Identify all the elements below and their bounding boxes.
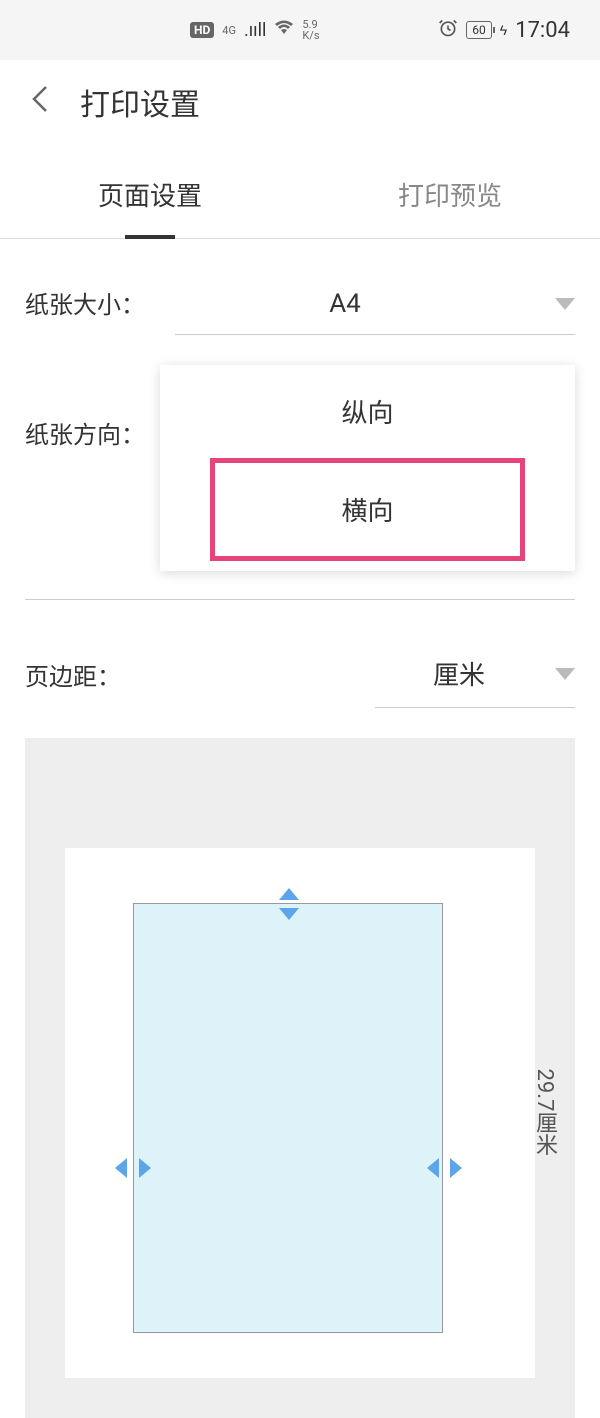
paper-size-select[interactable]: A4	[175, 269, 575, 335]
paper-size-row: 纸张大小： A4	[0, 239, 600, 335]
arrow-up-icon[interactable]	[279, 888, 299, 900]
status-left: HD 4G .ııll 5.9K/s	[190, 19, 320, 41]
arrow-down-icon[interactable]	[279, 908, 299, 920]
signal-icon: .ııll	[244, 20, 266, 41]
charging-icon: ϟ	[500, 22, 507, 39]
wifi-icon	[274, 20, 294, 41]
tab-page-setup[interactable]: 页面设置	[0, 164, 300, 238]
orientation-dropdown: 纵向 横向	[160, 365, 575, 571]
tab-print-preview[interactable]: 打印预览	[300, 164, 600, 238]
status-time: 17:04	[515, 18, 570, 43]
hd-badge: HD	[190, 22, 214, 38]
header: 打印设置	[0, 60, 600, 164]
margins-label: 页边距：	[25, 657, 155, 692]
height-dimension: 29.7厘米	[528, 1069, 560, 1156]
network-type: 4G	[222, 24, 236, 37]
status-right: 60 ϟ 17:04	[438, 18, 570, 43]
arrow-left-icon[interactable]	[115, 1158, 127, 1178]
option-label: 横向	[341, 497, 393, 527]
orientation-row: 纸张方向： 纵向 横向	[0, 335, 600, 450]
arrow-left-icon[interactable]	[427, 1158, 439, 1178]
chevron-down-icon	[555, 298, 575, 310]
chevron-down-icon	[555, 668, 575, 680]
arrow-right-icon[interactable]	[139, 1158, 151, 1178]
tabs: 页面设置 打印预览	[0, 164, 600, 239]
paper-size-value: A4	[175, 289, 515, 319]
margins-value: 厘米	[433, 655, 485, 692]
preview-area: 29.7厘米	[25, 738, 575, 1418]
alarm-icon	[438, 18, 458, 43]
paper-size-label: 纸张大小：	[25, 285, 155, 320]
speed-text: 5.9K/s	[302, 19, 319, 41]
status-bar: HD 4G .ııll 5.9K/s 60 ϟ 17:04	[0, 0, 600, 60]
orientation-option-landscape[interactable]: 横向	[210, 458, 525, 561]
back-button[interactable]	[30, 83, 50, 122]
tab-label: 页面设置	[98, 182, 202, 212]
margins-select[interactable]: 厘米	[375, 640, 575, 708]
tab-label: 打印预览	[398, 182, 502, 212]
content-rect[interactable]	[133, 903, 443, 1333]
orientation-option-portrait[interactable]: 纵向	[160, 365, 575, 458]
margins-row: 页边距： 厘米	[0, 600, 600, 708]
paper-preview[interactable]	[65, 848, 535, 1378]
option-label: 纵向	[341, 399, 393, 429]
page-title: 打印设置	[80, 80, 200, 124]
orientation-label: 纸张方向：	[25, 395, 145, 450]
battery-icon: 60	[466, 21, 492, 39]
arrow-right-icon[interactable]	[450, 1158, 462, 1178]
